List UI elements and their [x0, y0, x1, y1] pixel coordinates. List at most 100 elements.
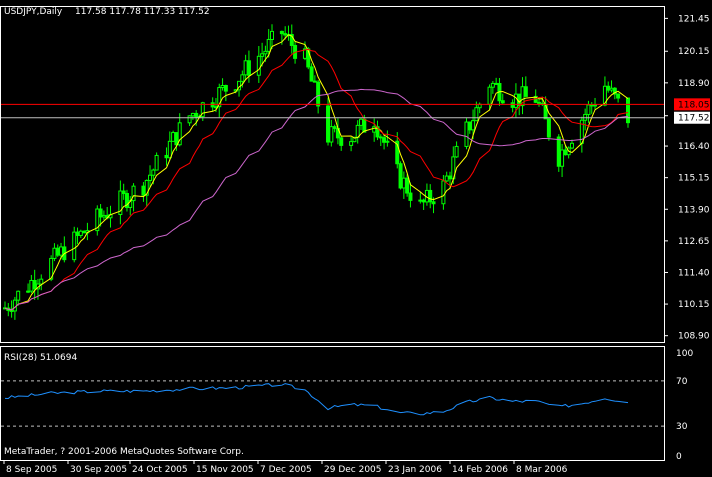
candle-body [243, 60, 248, 76]
candle-body [78, 230, 83, 236]
candle-body [256, 55, 261, 76]
rsi-tick-label: 70 [676, 377, 688, 387]
candle-body [372, 126, 377, 133]
candle-body [560, 149, 565, 167]
candle-body [441, 180, 446, 205]
candle-body [98, 208, 103, 218]
candle-body [101, 214, 106, 218]
price-tick-label: 120.15 [678, 47, 710, 57]
candle-body [263, 50, 268, 55]
candle-body [500, 100, 505, 104]
candle-body [279, 30, 284, 35]
price-tick-label: 113.90 [678, 205, 710, 215]
candle-body [32, 279, 37, 290]
price-tick-label: 118.90 [678, 79, 710, 89]
candle-body [194, 112, 199, 118]
candle-body [174, 132, 179, 146]
candle-body [187, 115, 192, 124]
candle-body [448, 175, 452, 180]
candle-body [510, 102, 515, 108]
candle-body [246, 60, 251, 76]
candle-body [283, 33, 288, 36]
candle-body [523, 86, 528, 97]
candle-body [190, 112, 195, 117]
ohlc-label: 117.58 117.78 117.33 117.52 [75, 7, 210, 17]
time-tick-label: 29 Dec 2005 [324, 465, 382, 475]
candle-body [154, 154, 159, 171]
candle-body [467, 121, 472, 131]
candle-body [418, 199, 423, 202]
candle-body [220, 84, 225, 89]
candle-body [537, 101, 541, 104]
candle-body [164, 154, 169, 159]
candle-body [309, 66, 314, 82]
candle-body [471, 120, 476, 131]
candle-body [359, 118, 363, 126]
candle-body [339, 137, 344, 146]
copyright-text: MetaTrader, ? 2001-2006 MetaQuotes Softw… [4, 447, 244, 457]
candle-body [39, 278, 44, 285]
candle-body [401, 177, 406, 189]
candle-body [151, 169, 156, 176]
candle-body [546, 118, 551, 138]
candle-body [428, 189, 433, 203]
candle-body [16, 290, 21, 301]
candle-body [431, 201, 436, 205]
candle-body [606, 85, 611, 91]
candle-body [312, 80, 317, 83]
price-tick-label: 115.15 [678, 174, 710, 184]
candle-body [326, 105, 331, 143]
price-tick-label: 112.65 [678, 237, 710, 247]
candle-body [362, 118, 367, 133]
candle-body [464, 121, 469, 147]
candle-body [569, 142, 574, 149]
candle-body [240, 74, 245, 82]
candle-body [454, 145, 459, 158]
symbol-label: USDJPY,Daily [4, 7, 63, 17]
candle-body [167, 140, 172, 159]
candle-body [616, 93, 621, 99]
candle-body [29, 279, 34, 292]
time-tick-label: 23 Jan 2006 [388, 465, 442, 475]
candle-body [385, 140, 390, 143]
candle-body [55, 247, 60, 256]
time-tick-label: 24 Oct 2005 [132, 465, 188, 475]
candle-body [563, 149, 568, 156]
price-tick-label: 111.40 [678, 268, 710, 278]
candle-body [494, 82, 499, 85]
rsi-tick-label: 30 [676, 422, 688, 432]
candle-body [171, 132, 176, 142]
candle-body [141, 185, 146, 196]
candle-body [626, 97, 630, 124]
candle-body [260, 53, 265, 57]
candle-body [270, 30, 274, 40]
price-tick-label: 110.15 [678, 300, 710, 310]
candle-body [266, 38, 271, 52]
time-tick-label: 8 Mar 2006 [516, 465, 568, 475]
time-tick-label: 14 Feb 2006 [452, 465, 508, 475]
candle-body [556, 136, 561, 167]
candle-body [490, 82, 495, 88]
candle-body [408, 192, 413, 201]
candle-body [12, 299, 17, 312]
candle-body [382, 137, 387, 143]
candle-body [421, 199, 426, 203]
candle-body [398, 163, 403, 189]
candle-body [487, 86, 492, 105]
time-tick-label: 8 Sep 2005 [6, 465, 57, 475]
bid-tag-label: 117.52 [678, 114, 710, 124]
candle-body [316, 81, 321, 107]
candle-body [82, 230, 87, 234]
candle-body [332, 126, 337, 129]
time-tick-label: 30 Sep 2005 [70, 465, 127, 475]
candle-body [474, 107, 479, 122]
candle-body [52, 247, 57, 259]
candle-body [59, 246, 64, 256]
candle-body [513, 93, 518, 108]
candle-body [609, 87, 614, 91]
price-tag-label: 118.05 [678, 100, 710, 110]
candle-body [210, 102, 215, 108]
price-tick-label: 116.40 [678, 142, 710, 152]
candle-body [589, 104, 594, 107]
candle-body [586, 104, 591, 115]
